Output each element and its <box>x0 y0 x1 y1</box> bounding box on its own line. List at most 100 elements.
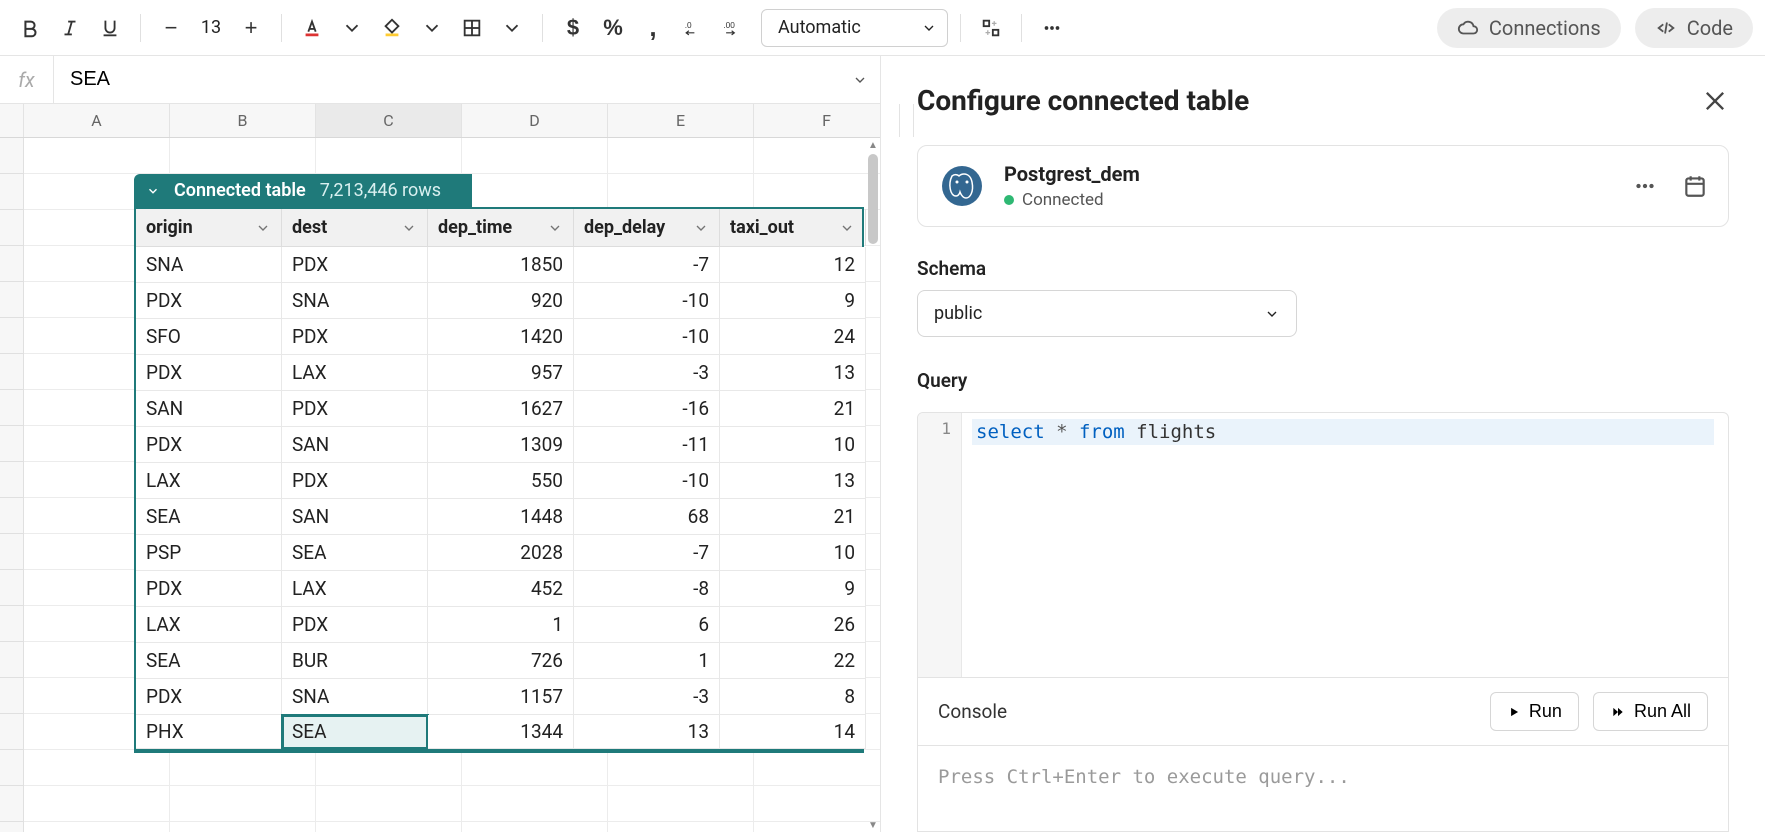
chevron-down-icon[interactable] <box>401 220 417 236</box>
table-cell[interactable]: PDX <box>282 607 428 643</box>
row-header[interactable] <box>0 750 24 786</box>
row-header[interactable] <box>0 282 24 318</box>
ct-col-header[interactable]: dest <box>282 209 428 246</box>
table-cell[interactable]: SAN <box>282 427 428 463</box>
table-cell[interactable]: SEA <box>282 715 428 749</box>
select-all-corner[interactable] <box>0 104 24 137</box>
table-cell[interactable]: 452 <box>428 571 574 607</box>
table-cell[interactable]: PDX <box>282 391 428 427</box>
table-cell[interactable]: 2028 <box>428 535 574 571</box>
table-cell[interactable]: 957 <box>428 355 574 391</box>
cell[interactable] <box>754 822 880 832</box>
row-header[interactable] <box>0 570 24 606</box>
table-cell[interactable]: PDX <box>282 247 428 283</box>
table-cell[interactable]: PHX <box>136 715 282 749</box>
table-cell[interactable]: 726 <box>428 643 574 679</box>
table-cell[interactable]: 68 <box>574 499 720 535</box>
cell[interactable] <box>608 138 754 174</box>
borders-dropdown-button[interactable] <box>494 10 530 46</box>
vertical-scrollbar[interactable]: ▲ ▼ <box>866 138 880 832</box>
table-cell[interactable]: 13 <box>720 355 866 391</box>
close-icon[interactable] <box>1701 87 1729 115</box>
table-cell[interactable]: PDX <box>282 319 428 355</box>
table-cell[interactable]: 1448 <box>428 499 574 535</box>
table-cell[interactable]: -10 <box>574 283 720 319</box>
cell[interactable] <box>754 786 880 822</box>
more-button[interactable] <box>1034 10 1070 46</box>
table-cell[interactable]: 1850 <box>428 247 574 283</box>
run-button[interactable]: Run <box>1490 692 1579 731</box>
row-header[interactable] <box>0 786 24 822</box>
cell[interactable] <box>462 786 608 822</box>
table-cell[interactable]: -3 <box>574 679 720 715</box>
table-cell[interactable]: -16 <box>574 391 720 427</box>
table-cell[interactable]: PDX <box>136 355 282 391</box>
code-button[interactable]: Code <box>1635 8 1753 48</box>
col-header-E[interactable]: E <box>608 104 754 137</box>
chevron-down-icon[interactable] <box>255 220 271 236</box>
cell[interactable] <box>754 138 880 174</box>
table-cell[interactable]: SEA <box>136 643 282 679</box>
cell[interactable] <box>462 822 608 832</box>
table-cell[interactable]: LAX <box>136 607 282 643</box>
font-size-decrease-button[interactable]: − <box>153 10 189 46</box>
row-header[interactable] <box>0 210 24 246</box>
table-cell[interactable]: 8 <box>720 679 866 715</box>
table-cell[interactable]: 13 <box>574 715 720 749</box>
cell[interactable] <box>608 750 754 786</box>
table-cell[interactable]: 14 <box>720 715 866 749</box>
fill-color-button[interactable] <box>374 10 410 46</box>
percent-format-button[interactable]: % <box>595 10 631 46</box>
table-cell[interactable]: -11 <box>574 427 720 463</box>
row-header[interactable] <box>0 822 24 832</box>
comma-format-button[interactable]: , <box>635 10 671 46</box>
table-cell[interactable]: 1627 <box>428 391 574 427</box>
cell[interactable] <box>170 822 316 832</box>
schema-select[interactable]: public <box>917 290 1297 337</box>
col-header-F[interactable]: F <box>754 104 900 137</box>
query-code-area[interactable]: select * from flights <box>962 413 1728 677</box>
table-cell[interactable]: PDX <box>136 427 282 463</box>
table-cell[interactable]: BUR <box>282 643 428 679</box>
chevron-down-icon[interactable] <box>547 220 563 236</box>
row-header[interactable] <box>0 606 24 642</box>
row-header[interactable] <box>0 318 24 354</box>
text-color-dropdown-button[interactable] <box>334 10 370 46</box>
table-cell[interactable]: SEA <box>282 535 428 571</box>
col-header-D[interactable]: D <box>462 104 608 137</box>
underline-button[interactable] <box>92 10 128 46</box>
table-cell[interactable]: -7 <box>574 247 720 283</box>
table-cell[interactable]: LAX <box>136 463 282 499</box>
table-cell[interactable]: -10 <box>574 319 720 355</box>
table-cell[interactable]: LAX <box>282 571 428 607</box>
text-color-button[interactable] <box>294 10 330 46</box>
fill-color-dropdown-button[interactable] <box>414 10 450 46</box>
table-cell[interactable]: PDX <box>136 679 282 715</box>
row-header[interactable] <box>0 462 24 498</box>
scroll-down-icon[interactable]: ▼ <box>866 818 880 832</box>
table-cell[interactable]: SNA <box>282 679 428 715</box>
table-cell[interactable]: -10 <box>574 463 720 499</box>
cell[interactable] <box>462 750 608 786</box>
table-cell[interactable]: 21 <box>720 391 866 427</box>
scroll-up-icon[interactable]: ▲ <box>866 138 880 152</box>
run-all-button[interactable]: Run All <box>1593 692 1708 731</box>
table-cell[interactable]: LAX <box>282 355 428 391</box>
borders-button[interactable] <box>454 10 490 46</box>
currency-format-button[interactable]: $ <box>555 10 591 46</box>
table-cell[interactable]: 21 <box>720 499 866 535</box>
row-header[interactable] <box>0 354 24 390</box>
table-cell[interactable]: 1420 <box>428 319 574 355</box>
cell[interactable] <box>24 822 170 832</box>
table-cell[interactable]: SNA <box>282 283 428 319</box>
table-cell[interactable]: 6 <box>574 607 720 643</box>
italic-button[interactable] <box>52 10 88 46</box>
query-editor[interactable]: 1 select * from flights <box>917 412 1729 678</box>
table-cell[interactable]: 22 <box>720 643 866 679</box>
font-size-increase-button[interactable]: + <box>233 10 269 46</box>
calendar-icon[interactable] <box>1682 173 1708 199</box>
ct-col-header[interactable]: origin <box>136 209 282 246</box>
row-header[interactable] <box>0 714 24 750</box>
row-header[interactable] <box>0 534 24 570</box>
table-cell[interactable]: 13 <box>720 463 866 499</box>
